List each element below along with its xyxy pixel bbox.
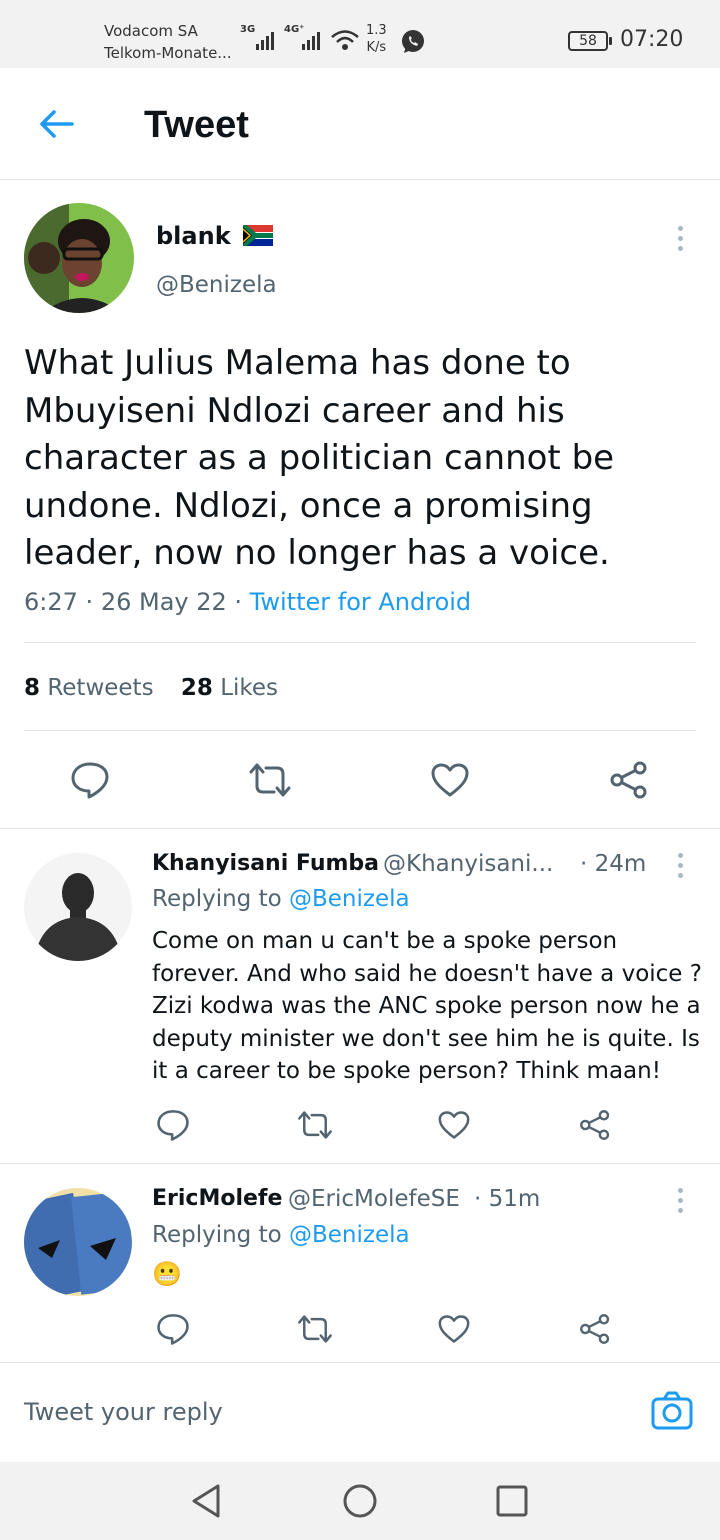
author-avatar[interactable] bbox=[24, 203, 134, 313]
engagement-counts: 8 Retweets 28 Likes bbox=[24, 675, 278, 701]
divider bbox=[0, 1163, 720, 1164]
like-icon[interactable] bbox=[437, 1110, 471, 1140]
author-avatar-image bbox=[24, 203, 134, 313]
likes-count: 28 bbox=[180, 675, 213, 701]
reply-composer: Tweet your reply bbox=[0, 1362, 720, 1462]
tweet-meta: 6:27 · 26 May 22 · Twitter for Android bbox=[24, 588, 471, 616]
retweets-count: 8 bbox=[24, 675, 41, 701]
author-handle[interactable]: @Benizela bbox=[156, 272, 277, 298]
share-icon[interactable] bbox=[578, 1108, 612, 1142]
battery-icon: 58 bbox=[568, 31, 612, 51]
retweet-icon[interactable] bbox=[296, 1314, 334, 1344]
carrier-info: Vodacom SA Telkom-Monate... bbox=[104, 20, 232, 64]
carrier-primary: Vodacom SA bbox=[104, 22, 198, 40]
replying-to: Replying to @Benizela bbox=[152, 1222, 410, 1248]
system-nav-bar bbox=[0, 1462, 720, 1540]
retweet-icon[interactable] bbox=[247, 762, 293, 798]
speed-unit: K/s bbox=[366, 40, 387, 55]
replying-to-prefix: Replying to bbox=[152, 1222, 282, 1248]
nav-back-icon[interactable] bbox=[188, 1482, 224, 1520]
retweet-icon[interactable] bbox=[296, 1110, 334, 1140]
more-icon[interactable] bbox=[675, 1185, 685, 1217]
back-arrow-icon[interactable] bbox=[36, 108, 76, 140]
nav-recents-icon[interactable] bbox=[495, 1484, 529, 1518]
carrier-secondary: Telkom-Monate... bbox=[104, 44, 232, 62]
divider bbox=[24, 730, 696, 731]
tweet-text: What Julius Malema has done to Mbuyiseni… bbox=[24, 343, 615, 573]
replying-to-handle[interactable]: @Benizela bbox=[289, 886, 410, 912]
reply-age: · 51m bbox=[474, 1186, 541, 1212]
replying-to-handle[interactable]: @Benizela bbox=[289, 1222, 410, 1248]
like-icon[interactable] bbox=[430, 762, 470, 798]
nav-home-icon[interactable] bbox=[341, 1482, 379, 1520]
likes-label: Likes bbox=[220, 675, 279, 701]
tweet-date: 26 May 22 bbox=[100, 588, 227, 616]
likes-link[interactable]: 28 Likes bbox=[181, 675, 278, 701]
page-title: Tweet bbox=[144, 104, 249, 146]
like-icon[interactable] bbox=[437, 1314, 471, 1344]
share-icon[interactable] bbox=[608, 760, 650, 800]
reply-age: · 24m bbox=[580, 851, 647, 877]
retweets-label: Retweets bbox=[47, 675, 154, 701]
reply-icon[interactable] bbox=[70, 760, 110, 800]
camera-icon[interactable] bbox=[650, 1390, 694, 1432]
more-icon[interactable] bbox=[675, 223, 685, 255]
share-icon[interactable] bbox=[578, 1312, 612, 1346]
reply-author-name: Khanyisani Fumba bbox=[152, 851, 380, 876]
reply-input[interactable]: Tweet your reply bbox=[24, 1398, 223, 1426]
clock: 07:20 bbox=[620, 27, 684, 52]
reply-author-handle[interactable]: @EricMolefeSE bbox=[288, 1186, 460, 1212]
meta-separator: · bbox=[234, 588, 250, 616]
reply-icon[interactable] bbox=[156, 1108, 190, 1142]
app-header: Tweet bbox=[0, 68, 720, 180]
reply-icon[interactable] bbox=[156, 1312, 190, 1346]
author-name: blank bbox=[156, 222, 274, 250]
wifi-icon bbox=[331, 30, 359, 50]
divider bbox=[24, 642, 696, 643]
divider bbox=[0, 828, 720, 829]
replying-to-prefix: Replying to bbox=[152, 886, 282, 912]
reply-avatar[interactable] bbox=[24, 853, 132, 961]
reply-author-handle[interactable]: @Khanyisani... bbox=[383, 851, 553, 877]
meta-separator: · bbox=[85, 588, 101, 616]
reply-avatar-image bbox=[24, 1188, 132, 1296]
tweet-time: 6:27 bbox=[24, 588, 78, 616]
reply-text: Come on man u can't be a spoke person fo… bbox=[152, 928, 702, 1084]
reply-author-name: EricMolefe bbox=[152, 1186, 283, 1211]
south-africa-flag-icon bbox=[241, 223, 274, 248]
network-speed: 1.3 K/s bbox=[366, 22, 387, 56]
reply-avatar[interactable] bbox=[24, 1188, 132, 1296]
tweet-source[interactable]: Twitter for Android bbox=[250, 588, 471, 616]
reply-text: 😬 bbox=[152, 1260, 182, 1288]
replying-to: Replying to @Benizela bbox=[152, 886, 410, 912]
retweets-link[interactable]: 8 Retweets bbox=[24, 675, 154, 701]
speed-value: 1.3 bbox=[366, 23, 387, 38]
whatsapp-icon bbox=[402, 30, 424, 53]
status-bar: Vodacom SA Telkom-Monate... 3G 4G⁺ 1.3 K… bbox=[0, 0, 720, 68]
divider bbox=[0, 1362, 720, 1363]
more-icon[interactable] bbox=[675, 850, 685, 882]
reply-avatar-image bbox=[24, 853, 132, 961]
author-name-text: blank bbox=[156, 222, 231, 250]
